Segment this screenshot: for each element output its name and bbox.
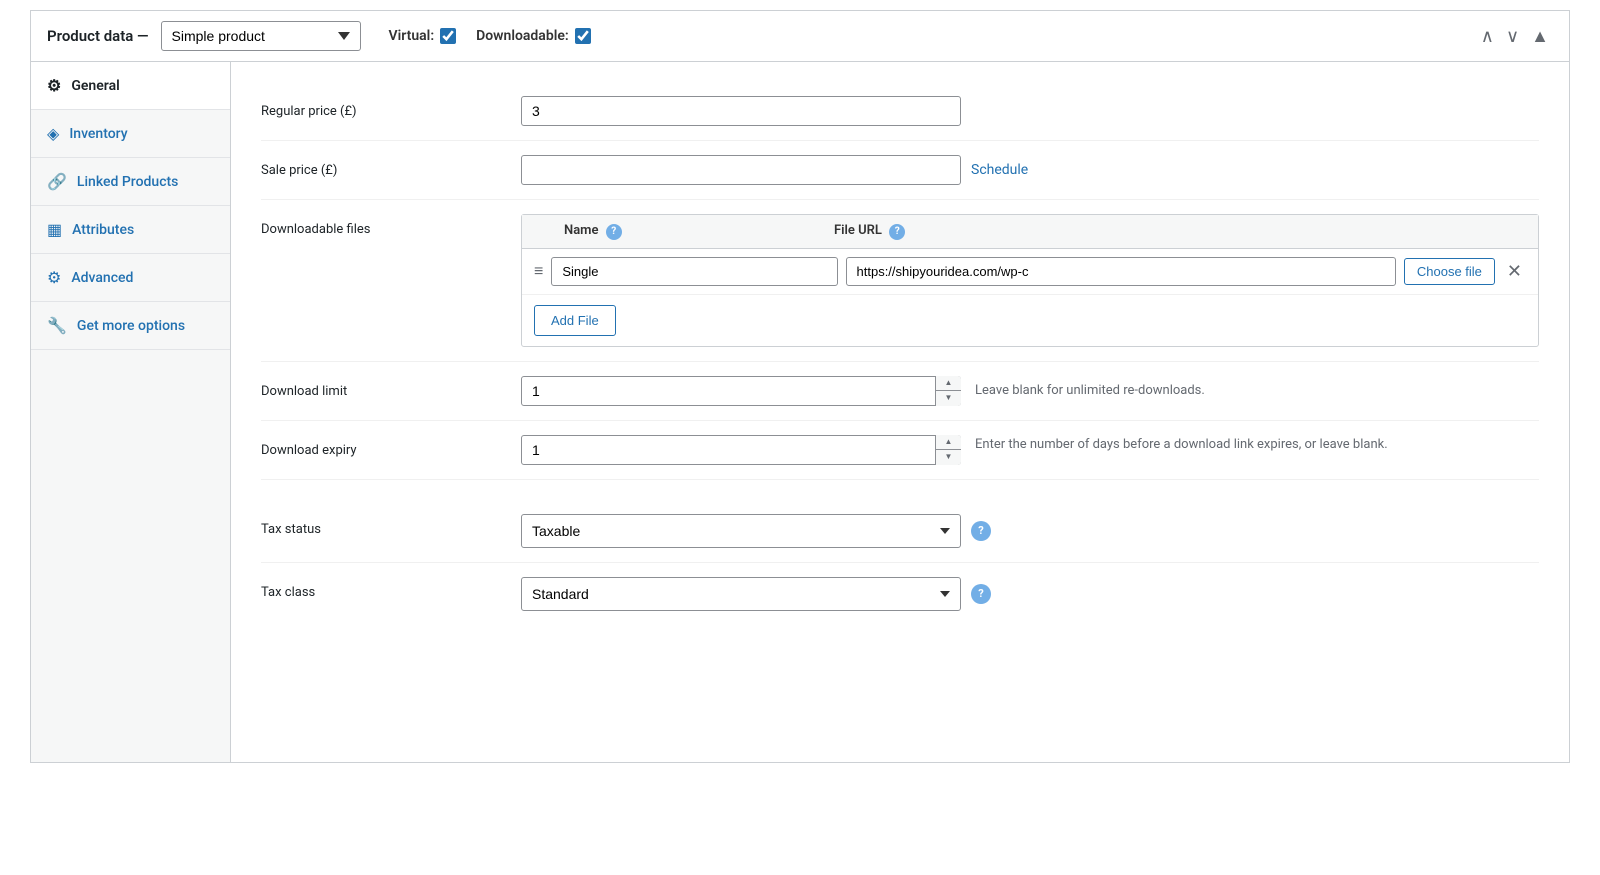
regular-price-control (521, 96, 1539, 126)
plug-icon: 🔧 (47, 316, 67, 335)
attributes-icon: ▦ (47, 220, 62, 239)
sidebar-item-get-more-options[interactable]: 🔧 Get more options (31, 302, 230, 350)
sale-price-input[interactable] (521, 155, 961, 185)
download-expiry-label: Download expiry (261, 435, 521, 458)
tax-class-control: Standard Reduced rate Zero rate ? (521, 577, 1539, 611)
downloadable-files-label: Downloadable files (261, 214, 521, 237)
collapse-down-button[interactable]: ∨ (1502, 24, 1523, 49)
drag-handle-icon[interactable]: ≡ (534, 261, 543, 281)
tax-status-select[interactable]: Taxable Shipping only None (521, 514, 961, 548)
sale-price-control: Schedule (521, 155, 1539, 185)
dl-name-input[interactable] (551, 257, 837, 286)
url-help-icon: ? (889, 224, 905, 240)
name-col-label: Name (564, 223, 598, 238)
tax-status-label: Tax status (261, 514, 521, 537)
product-type-select[interactable]: Simple productVariable productGrouped pr… (161, 21, 361, 51)
download-limit-hint: Leave blank for unlimited re-downloads. (975, 381, 1539, 401)
download-limit-row: Download limit ▲ ▼ Leave blank for unlim… (261, 362, 1539, 421)
sidebar-item-label-advanced: Advanced (71, 270, 133, 286)
spacer (261, 480, 1539, 500)
tax-status-help-icon: ? (971, 521, 991, 541)
tax-status-control: Taxable Shipping only None ? (521, 514, 1539, 548)
url-col-label: File URL (834, 223, 882, 238)
product-data-title: Product data — (47, 27, 149, 45)
sidebar-item-label-general: General (71, 78, 119, 94)
collapse-toggle-button[interactable]: ▲ (1527, 24, 1553, 49)
sidebar-item-label-get-more-options: Get more options (77, 318, 185, 334)
sidebar-item-linked-products[interactable]: 🔗 Linked Products (31, 158, 230, 206)
download-limit-input-wrap: ▲ ▼ (521, 376, 961, 406)
header-controls: ∧ ∨ ▲ (1477, 24, 1553, 49)
regular-price-input[interactable] (521, 96, 961, 126)
downloadable-files-table: Name ? File URL ? ≡ (521, 214, 1539, 347)
inventory-icon: ◈ (47, 124, 59, 143)
choose-file-button[interactable]: Choose file (1404, 258, 1495, 285)
sidebar-item-attributes[interactable]: ▦ Attributes (31, 206, 230, 254)
download-expiry-row: Download expiry ▲ ▼ Enter the number of … (261, 421, 1539, 480)
product-data-header: Product data — Simple productVariable pr… (31, 11, 1569, 62)
dl-file-row: ≡ Choose file ✕ (522, 249, 1538, 295)
gear-icon: ⚙ (47, 76, 61, 95)
remove-file-button[interactable]: ✕ (1503, 260, 1526, 282)
header-checkboxes: Virtual: Downloadable: (389, 28, 591, 44)
sale-price-label: Sale price (£) (261, 155, 521, 178)
dl-files-header: Name ? File URL ? (522, 215, 1538, 249)
virtual-checkbox-label: Virtual: (389, 28, 457, 44)
download-limit-spinner: ▲ ▼ (935, 376, 961, 406)
sidebar-item-label-inventory: Inventory (69, 126, 127, 142)
sidebar-item-label-linked-products: Linked Products (77, 174, 178, 190)
sidebar-item-advanced[interactable]: ⚙ Advanced (31, 254, 230, 302)
regular-price-row: Regular price (£) (261, 82, 1539, 141)
url-col-header: File URL ? (834, 223, 1374, 240)
download-limit-down[interactable]: ▼ (936, 391, 961, 406)
sidebar-item-general[interactable]: ⚙ General (31, 62, 230, 110)
download-expiry-input[interactable] (521, 435, 961, 465)
link-icon: 🔗 (47, 172, 67, 191)
add-file-row: Add File (522, 295, 1538, 346)
downloadable-files-row: Downloadable files Name ? File URL ? (261, 200, 1539, 362)
virtual-label: Virtual: (389, 28, 435, 44)
advanced-icon: ⚙ (47, 268, 61, 287)
sidebar-item-inventory[interactable]: ◈ Inventory (31, 110, 230, 158)
dl-url-input[interactable] (846, 257, 1396, 286)
regular-price-label: Regular price (£) (261, 96, 521, 119)
download-expiry-up[interactable]: ▲ (936, 435, 961, 451)
download-expiry-spinner: ▲ ▼ (935, 435, 961, 465)
remove-col-header (1494, 223, 1526, 240)
tax-class-select-wrap: Standard Reduced rate Zero rate (521, 577, 961, 611)
product-data-panel: Product data — Simple productVariable pr… (30, 10, 1570, 763)
name-col-header: Name ? (564, 223, 834, 240)
tax-class-select[interactable]: Standard Reduced rate Zero rate (521, 577, 961, 611)
sidebar: ⚙ General ◈ Inventory 🔗 Linked Products … (31, 62, 231, 762)
content-area: Regular price (£) Sale price (£) Schedul… (231, 62, 1569, 762)
download-limit-up[interactable]: ▲ (936, 376, 961, 392)
product-data-body: ⚙ General ◈ Inventory 🔗 Linked Products … (31, 62, 1569, 762)
download-limit-label: Download limit (261, 376, 521, 399)
tax-status-select-wrap: Taxable Shipping only None (521, 514, 961, 548)
tax-class-label: Tax class (261, 577, 521, 600)
virtual-checkbox[interactable] (440, 28, 456, 44)
tax-class-row: Tax class Standard Reduced rate Zero rat… (261, 563, 1539, 625)
downloadable-files-control: Name ? File URL ? ≡ (521, 214, 1539, 347)
tax-class-help-icon: ? (971, 584, 991, 604)
downloadable-checkbox[interactable] (575, 28, 591, 44)
download-expiry-input-wrap: ▲ ▼ (521, 435, 961, 465)
schedule-link[interactable]: Schedule (971, 162, 1028, 178)
download-expiry-down[interactable]: ▼ (936, 450, 961, 465)
downloadable-checkbox-label: Downloadable: (476, 28, 591, 44)
downloadable-label: Downloadable: (476, 28, 569, 44)
action-col-header (1374, 223, 1494, 240)
collapse-up-button[interactable]: ∧ (1477, 24, 1498, 49)
download-limit-control: ▲ ▼ Leave blank for unlimited re-downloa… (521, 376, 1539, 406)
download-expiry-control: ▲ ▼ Enter the number of days before a do… (521, 435, 1539, 465)
drag-col-header (534, 223, 564, 240)
download-expiry-hint: Enter the number of days before a downlo… (975, 435, 1539, 455)
tax-status-row: Tax status Taxable Shipping only None ? (261, 500, 1539, 563)
sidebar-item-label-attributes: Attributes (72, 222, 134, 238)
name-help-icon: ? (606, 224, 622, 240)
download-limit-input[interactable] (521, 376, 961, 406)
add-file-button[interactable]: Add File (534, 305, 616, 336)
sale-price-row: Sale price (£) Schedule (261, 141, 1539, 200)
